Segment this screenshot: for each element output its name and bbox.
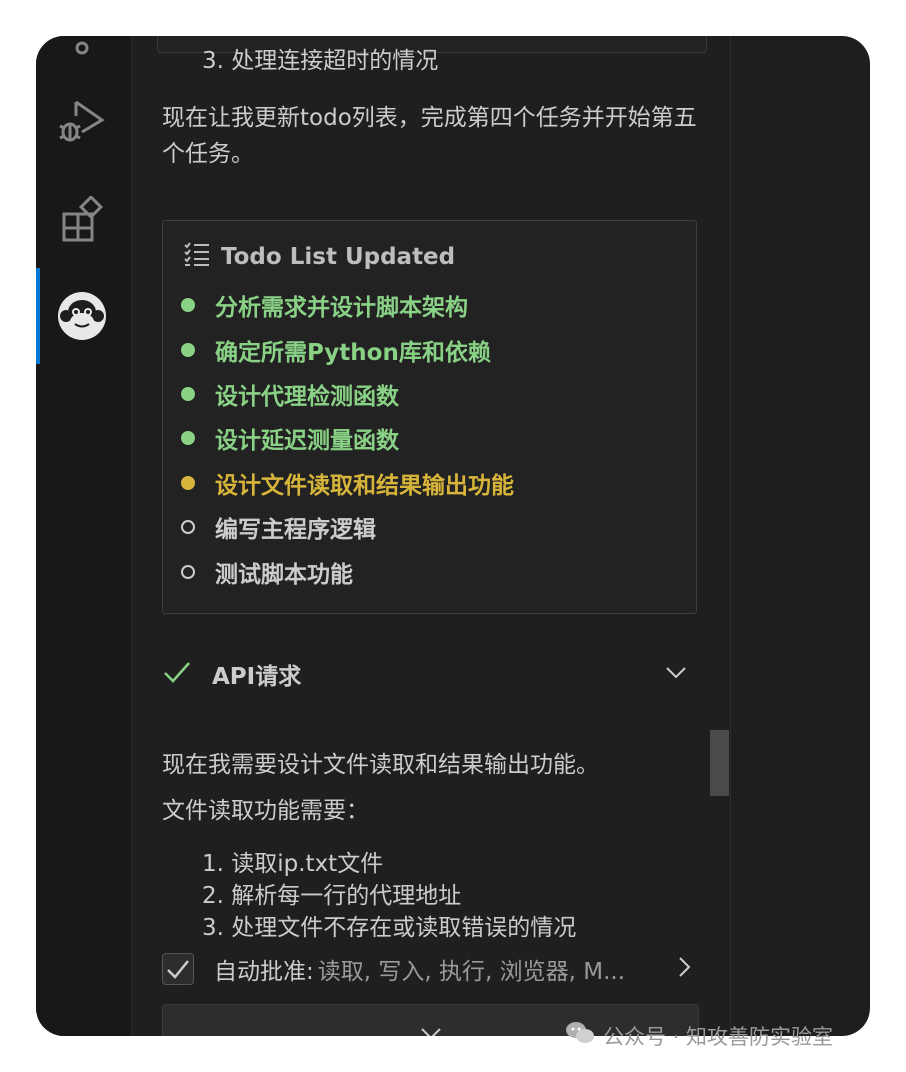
scrollbar-thumb[interactable] bbox=[710, 730, 729, 796]
todo-item: 设计文件读取和结果输出功能 bbox=[179, 461, 514, 505]
assistant-message-2: 现在我需要设计文件读取和结果输出功能。 文件读取功能需要： bbox=[162, 742, 702, 834]
todo-header-title: Todo List Updated bbox=[221, 244, 456, 270]
message-line: 现在我需要设计文件读取和结果输出功能。 bbox=[162, 752, 599, 778]
todo-item: 测试脚本功能 bbox=[179, 549, 514, 593]
api-request-row[interactable]: API请求 bbox=[162, 654, 692, 694]
ide-window: 3. 处理连接超时的情况 现在让我更新todo列表，完成第四个任务并开始第五个任… bbox=[36, 36, 870, 1036]
todo-item: 编写主程序逻辑 bbox=[179, 505, 514, 549]
active-view-indicator bbox=[36, 268, 40, 364]
todo-item-label: 编写主程序逻辑 bbox=[215, 517, 376, 544]
pending-circle-icon bbox=[181, 564, 195, 579]
auto-approve-checkbox[interactable] bbox=[162, 953, 194, 985]
monkey-assistant-icon[interactable] bbox=[54, 288, 110, 344]
api-request-title: API请求 bbox=[212, 664, 302, 690]
list-item: 3. 处理文件不存在或读取错误的情况 bbox=[202, 915, 577, 941]
source-control-icon[interactable] bbox=[54, 36, 110, 66]
todo-item: 设计代理检测函数 bbox=[179, 372, 514, 416]
todo-item-label: 设计延迟测量函数 bbox=[215, 428, 399, 455]
extensions-icon[interactable] bbox=[54, 192, 110, 248]
requirements-list: 1. 读取ip.txt文件 2. 解析每一行的代理地址 3. 处理文件不存在或读… bbox=[202, 848, 576, 944]
todo-list-card: Todo List Updated 分析需求并设计脚本架构 确定所需Python… bbox=[162, 220, 697, 614]
auto-approve-value: 读取, 写入, 执行, 浏览器, M... bbox=[317, 959, 626, 985]
chevron-down-icon[interactable] bbox=[664, 664, 688, 684]
checkmark-icon bbox=[162, 657, 192, 691]
run-debug-icon[interactable] bbox=[54, 92, 110, 148]
activity-bar bbox=[36, 36, 132, 1036]
todo-item-label: 确定所需Python库和依赖 bbox=[215, 339, 491, 366]
chat-panel: 3. 处理连接超时的情况 现在让我更新todo列表，完成第四个任务并开始第五个任… bbox=[132, 36, 731, 1036]
auto-approve-label: 自动批准: bbox=[214, 959, 314, 985]
checklist-icon bbox=[183, 241, 211, 273]
chevron-down-icon bbox=[419, 1025, 443, 1036]
todo-item-label: 测试脚本功能 bbox=[215, 561, 353, 588]
todo-item: 确定所需Python库和依赖 bbox=[179, 327, 514, 371]
completed-dot-icon bbox=[181, 386, 195, 401]
todo-item-label: 设计代理检测函数 bbox=[215, 383, 399, 410]
list-item: 1. 读取ip.txt文件 bbox=[202, 851, 384, 877]
todo-header: Todo List Updated bbox=[183, 241, 455, 273]
message-line: 文件读取功能需要： bbox=[162, 798, 369, 824]
previous-list: 3. 处理连接超时的情况 bbox=[202, 46, 438, 76]
auto-approve-row[interactable]: 自动批准: 读取, 写入, 执行, 浏览器, M... bbox=[162, 950, 702, 988]
todo-item-label: 设计文件读取和结果输出功能 bbox=[215, 472, 514, 499]
wechat-icon bbox=[565, 1020, 595, 1051]
chevron-right-icon[interactable] bbox=[676, 955, 692, 983]
todo-item: 分析需求并设计脚本架构 bbox=[179, 283, 514, 327]
list-item: 2. 解析每一行的代理地址 bbox=[202, 883, 462, 909]
completed-dot-icon bbox=[181, 298, 195, 313]
check-icon bbox=[167, 960, 189, 979]
assistant-message: 现在让我更新todo列表，完成第四个任务并开始第五个任务。 bbox=[162, 105, 697, 167]
watermark: 公众号 · 知攻善防实验室 bbox=[565, 1020, 833, 1051]
todo-items: 分析需求并设计脚本架构 确定所需Python库和依赖 设计代理检测函数 设计延迟… bbox=[179, 283, 514, 594]
watermark-text: 公众号 · 知攻善防实验室 bbox=[603, 1024, 834, 1049]
completed-dot-icon bbox=[181, 342, 195, 357]
pending-circle-icon bbox=[181, 520, 195, 535]
list-item: 3. 处理连接超时的情况 bbox=[202, 48, 439, 74]
todo-item-label: 分析需求并设计脚本架构 bbox=[215, 295, 468, 322]
todo-item: 设计延迟测量函数 bbox=[179, 416, 514, 460]
completed-dot-icon bbox=[181, 431, 195, 446]
in-progress-dot-icon bbox=[181, 475, 195, 490]
